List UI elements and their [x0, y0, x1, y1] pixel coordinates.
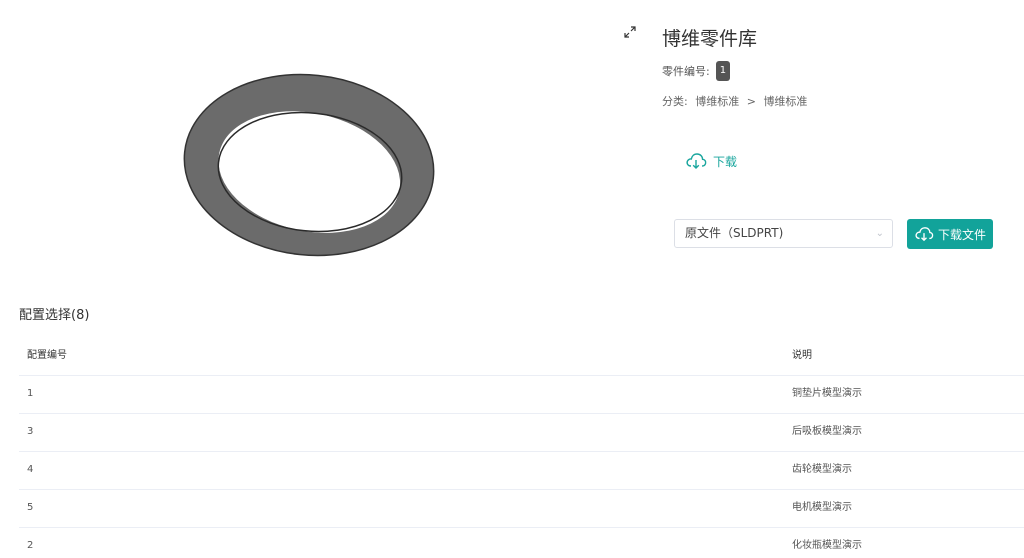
config-id: 4 [27, 464, 34, 475]
category-label: 分类: [662, 95, 688, 108]
config-desc: 齿轮模型演示 [792, 464, 852, 475]
config-desc: 化妆瓶模型演示 [792, 540, 862, 551]
part-number-badge: 1 [715, 61, 731, 81]
download-link[interactable]: 下载 [685, 152, 737, 170]
format-select[interactable]: 原文件（SLDPRT) ⌄ [674, 219, 893, 248]
table-header: 配置编号 说明 [19, 338, 1024, 376]
table-row[interactable]: 1 铜垫片模型演示 [19, 376, 1024, 414]
cloud-download-icon [686, 153, 707, 169]
breadcrumb-separator: > [746, 95, 756, 108]
config-desc: 铜垫片模型演示 [792, 388, 862, 399]
config-id: 2 [27, 540, 34, 551]
part-number-label: 零件编号: [662, 65, 710, 78]
config-table: 配置编号 说明 1 铜垫片模型演示 3 后吸板模型演示 4 齿轮模型演示 5 电… [19, 338, 1024, 558]
table-row[interactable]: 2 化妆瓶模型演示 [19, 528, 1024, 558]
washer-model [183, 73, 435, 257]
category-breadcrumb: 分类: 博维标准 > 博维标准 [662, 93, 811, 109]
config-id: 1 [27, 388, 34, 399]
cloud-download-icon [915, 227, 934, 242]
category-item[interactable]: 博维标准 [763, 95, 807, 108]
page-title: 博维零件库 [662, 28, 758, 50]
column-header-desc: 说明 [792, 350, 812, 361]
column-header-id: 配置编号 [27, 350, 67, 361]
download-link-label: 下载 [713, 154, 738, 169]
expand-icon[interactable] [622, 24, 638, 40]
page: 博维零件库 零件编号: 1 分类: 博维标准 > 博维标准 下载 原文件（SLD… [0, 0, 1024, 558]
part-number: 零件编号: 1 [662, 61, 731, 81]
config-desc: 电机模型演示 [792, 502, 852, 513]
table-row[interactable]: 4 齿轮模型演示 [19, 452, 1024, 490]
config-section-title: 配置选择(8) [19, 308, 90, 323]
chevron-down-icon: ⌄ [875, 228, 884, 239]
config-id: 3 [27, 426, 34, 437]
config-desc: 后吸板模型演示 [792, 426, 862, 437]
download-file-button-label: 下载文件 [937, 227, 986, 242]
model-preview[interactable] [0, 0, 620, 290]
download-file-button[interactable]: 下载文件 [907, 219, 993, 249]
category-item[interactable]: 博维标准 [695, 95, 739, 108]
config-id: 5 [27, 502, 34, 513]
table-row[interactable]: 5 电机模型演示 [19, 490, 1024, 528]
format-select-value: 原文件（SLDPRT) [685, 226, 784, 240]
table-row[interactable]: 3 后吸板模型演示 [19, 414, 1024, 452]
